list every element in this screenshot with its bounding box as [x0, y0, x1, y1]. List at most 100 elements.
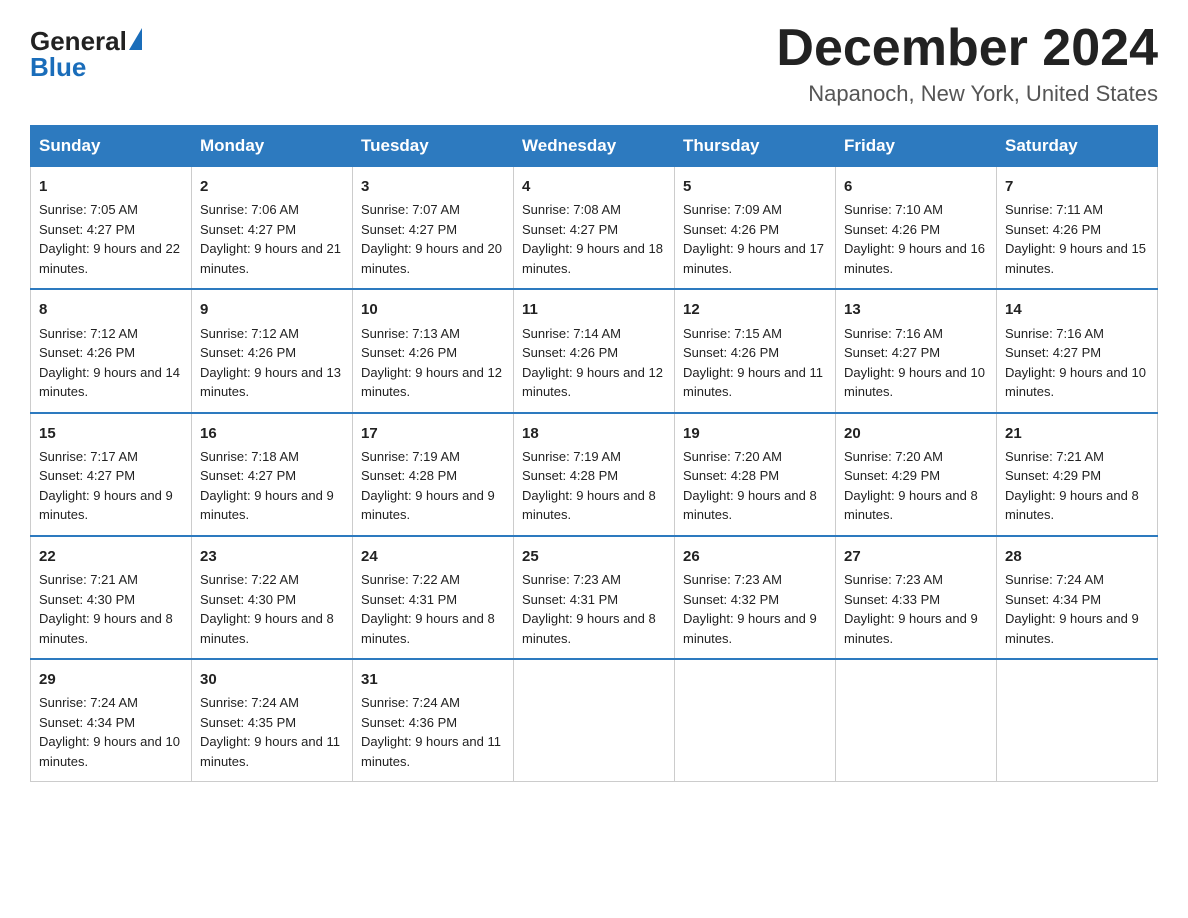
day-sun-info: Sunrise: 7:23 AMSunset: 4:33 PMDaylight:…: [844, 570, 988, 648]
logo: General Blue: [30, 28, 142, 80]
day-sun-info: Sunrise: 7:08 AMSunset: 4:27 PMDaylight:…: [522, 200, 666, 278]
calendar-cell: 8 Sunrise: 7:12 AMSunset: 4:26 PMDaylight…: [31, 289, 192, 412]
calendar-cell: 18Sunrise: 7:19 AMSunset: 4:28 PMDayligh…: [514, 413, 675, 536]
day-number: 22: [39, 545, 183, 568]
day-number: 5: [683, 175, 827, 198]
calendar-cell: 20Sunrise: 7:20 AMSunset: 4:29 PMDayligh…: [836, 413, 997, 536]
calendar-cell: 6Sunrise: 7:10 AMSunset: 4:26 PMDaylight…: [836, 167, 997, 290]
calendar-week-row: 1Sunrise: 7:05 AMSunset: 4:27 PMDaylight…: [31, 167, 1158, 290]
day-number: 8: [39, 298, 183, 321]
day-of-week-header: Saturday: [997, 126, 1158, 167]
calendar-cell: 7Sunrise: 7:11 AMSunset: 4:26 PMDaylight…: [997, 167, 1158, 290]
calendar-cell: 9Sunrise: 7:12 AMSunset: 4:26 PMDaylight…: [192, 289, 353, 412]
day-number: 10: [361, 298, 505, 321]
calendar-cell: 4Sunrise: 7:08 AMSunset: 4:27 PMDaylight…: [514, 167, 675, 290]
day-number: 15: [39, 422, 183, 445]
month-year-title: December 2024: [776, 20, 1158, 77]
day-number: 30: [200, 668, 344, 691]
calendar-cell: 19Sunrise: 7:20 AMSunset: 4:28 PMDayligh…: [675, 413, 836, 536]
calendar-cell: [997, 659, 1158, 782]
calendar-cell: 1Sunrise: 7:05 AMSunset: 4:27 PMDaylight…: [31, 167, 192, 290]
day-number: 16: [200, 422, 344, 445]
day-sun-info: Sunrise: 7:18 AMSunset: 4:27 PMDaylight:…: [200, 447, 344, 525]
calendar-cell: 24Sunrise: 7:22 AMSunset: 4:31 PMDayligh…: [353, 536, 514, 659]
calendar-cell: 29Sunrise: 7:24 AMSunset: 4:34 PMDayligh…: [31, 659, 192, 782]
day-number: 14: [1005, 298, 1149, 321]
calendar-cell: 11 Sunrise: 7:14 AMSunset: 4:26 PMDayligh…: [514, 289, 675, 412]
day-number: 21: [1005, 422, 1149, 445]
calendar-cell: [514, 659, 675, 782]
day-number: 3: [361, 175, 505, 198]
day-sun-info: Sunrise: 7:20 AMSunset: 4:29 PMDaylight:…: [844, 447, 988, 525]
day-number: 13: [844, 298, 988, 321]
calendar-cell: 14 Sunrise: 7:16 AMSunset: 4:27 PMDayligh…: [997, 289, 1158, 412]
day-number: 28: [1005, 545, 1149, 568]
calendar-cell: 17Sunrise: 7:19 AMSunset: 4:28 PMDayligh…: [353, 413, 514, 536]
calendar-header-row: SundayMondayTuesdayWednesdayThursdayFrid…: [31, 126, 1158, 167]
calendar-cell: 10 Sunrise: 7:13 AMSunset: 4:26 PMDayligh…: [353, 289, 514, 412]
day-sun-info: Sunrise: 7:23 AMSunset: 4:32 PMDaylight:…: [683, 570, 827, 648]
day-number: 20: [844, 422, 988, 445]
day-sun-info: Sunrise: 7:05 AMSunset: 4:27 PMDaylight:…: [39, 200, 183, 278]
title-area: December 2024 Napanoch, New York, United…: [776, 20, 1158, 107]
day-number: 24: [361, 545, 505, 568]
calendar-cell: 12 Sunrise: 7:15 AMSunset: 4:26 PMDayligh…: [675, 289, 836, 412]
day-number: 18: [522, 422, 666, 445]
day-sun-info: Sunrise: 7:16 AMSunset: 4:27 PMDaylight:…: [1005, 324, 1149, 402]
calendar-cell: 5Sunrise: 7:09 AMSunset: 4:26 PMDaylight…: [675, 167, 836, 290]
day-sun-info: Sunrise: 7:11 AMSunset: 4:26 PMDaylight:…: [1005, 200, 1149, 278]
calendar-cell: 31Sunrise: 7:24 AMSunset: 4:36 PMDayligh…: [353, 659, 514, 782]
day-number: 6: [844, 175, 988, 198]
day-number: 11: [522, 298, 666, 321]
day-sun-info: Sunrise: 7:19 AMSunset: 4:28 PMDaylight:…: [361, 447, 505, 525]
day-number: 12: [683, 298, 827, 321]
day-sun-info: Sunrise: 7:15 AMSunset: 4:26 PMDaylight:…: [683, 324, 827, 402]
calendar-week-row: 8 Sunrise: 7:12 AMSunset: 4:26 PMDaylight…: [31, 289, 1158, 412]
logo-triangle-icon: [129, 28, 142, 50]
calendar-cell: 21Sunrise: 7:21 AMSunset: 4:29 PMDayligh…: [997, 413, 1158, 536]
day-number: 7: [1005, 175, 1149, 198]
calendar-cell: 30Sunrise: 7:24 AMSunset: 4:35 PMDayligh…: [192, 659, 353, 782]
logo-blue-text: Blue: [30, 54, 86, 80]
day-sun-info: Sunrise: 7:23 AMSunset: 4:31 PMDaylight:…: [522, 570, 666, 648]
day-sun-info: Sunrise: 7:24 AMSunset: 4:34 PMDaylight:…: [1005, 570, 1149, 648]
calendar-cell: 13 Sunrise: 7:16 AMSunset: 4:27 PMDayligh…: [836, 289, 997, 412]
calendar-cell: 26Sunrise: 7:23 AMSunset: 4:32 PMDayligh…: [675, 536, 836, 659]
calendar-cell: 27Sunrise: 7:23 AMSunset: 4:33 PMDayligh…: [836, 536, 997, 659]
calendar-cell: 22Sunrise: 7:21 AMSunset: 4:30 PMDayligh…: [31, 536, 192, 659]
calendar-cell: 28Sunrise: 7:24 AMSunset: 4:34 PMDayligh…: [997, 536, 1158, 659]
day-sun-info: Sunrise: 7:09 AMSunset: 4:26 PMDaylight:…: [683, 200, 827, 278]
day-number: 4: [522, 175, 666, 198]
location-subtitle: Napanoch, New York, United States: [776, 81, 1158, 107]
day-sun-info: Sunrise: 7:13 AMSunset: 4:26 PMDaylight:…: [361, 324, 505, 402]
calendar-cell: 16Sunrise: 7:18 AMSunset: 4:27 PMDayligh…: [192, 413, 353, 536]
day-number: 26: [683, 545, 827, 568]
day-number: 17: [361, 422, 505, 445]
day-sun-info: Sunrise: 7:19 AMSunset: 4:28 PMDaylight:…: [522, 447, 666, 525]
day-of-week-header: Sunday: [31, 126, 192, 167]
day-number: 29: [39, 668, 183, 691]
calendar-cell: 2Sunrise: 7:06 AMSunset: 4:27 PMDaylight…: [192, 167, 353, 290]
calendar-cell: 15Sunrise: 7:17 AMSunset: 4:27 PMDayligh…: [31, 413, 192, 536]
day-sun-info: Sunrise: 7:21 AMSunset: 4:30 PMDaylight:…: [39, 570, 183, 648]
day-number: 31: [361, 668, 505, 691]
day-number: 9: [200, 298, 344, 321]
day-number: 25: [522, 545, 666, 568]
day-sun-info: Sunrise: 7:24 AMSunset: 4:35 PMDaylight:…: [200, 693, 344, 771]
calendar-cell: 23Sunrise: 7:22 AMSunset: 4:30 PMDayligh…: [192, 536, 353, 659]
day-sun-info: Sunrise: 7:10 AMSunset: 4:26 PMDaylight:…: [844, 200, 988, 278]
day-number: 27: [844, 545, 988, 568]
calendar-cell: [675, 659, 836, 782]
calendar-cell: [836, 659, 997, 782]
day-sun-info: Sunrise: 7:22 AMSunset: 4:31 PMDaylight:…: [361, 570, 505, 648]
calendar-week-row: 15Sunrise: 7:17 AMSunset: 4:27 PMDayligh…: [31, 413, 1158, 536]
day-sun-info: Sunrise: 7:14 AMSunset: 4:26 PMDaylight:…: [522, 324, 666, 402]
day-of-week-header: Wednesday: [514, 126, 675, 167]
logo-general-text: General: [30, 28, 127, 54]
day-sun-info: Sunrise: 7:12 AMSunset: 4:26 PMDaylight:…: [39, 324, 183, 402]
day-sun-info: Sunrise: 7:16 AMSunset: 4:27 PMDaylight:…: [844, 324, 988, 402]
day-number: 1: [39, 175, 183, 198]
day-of-week-header: Monday: [192, 126, 353, 167]
calendar-week-row: 22Sunrise: 7:21 AMSunset: 4:30 PMDayligh…: [31, 536, 1158, 659]
day-number: 2: [200, 175, 344, 198]
